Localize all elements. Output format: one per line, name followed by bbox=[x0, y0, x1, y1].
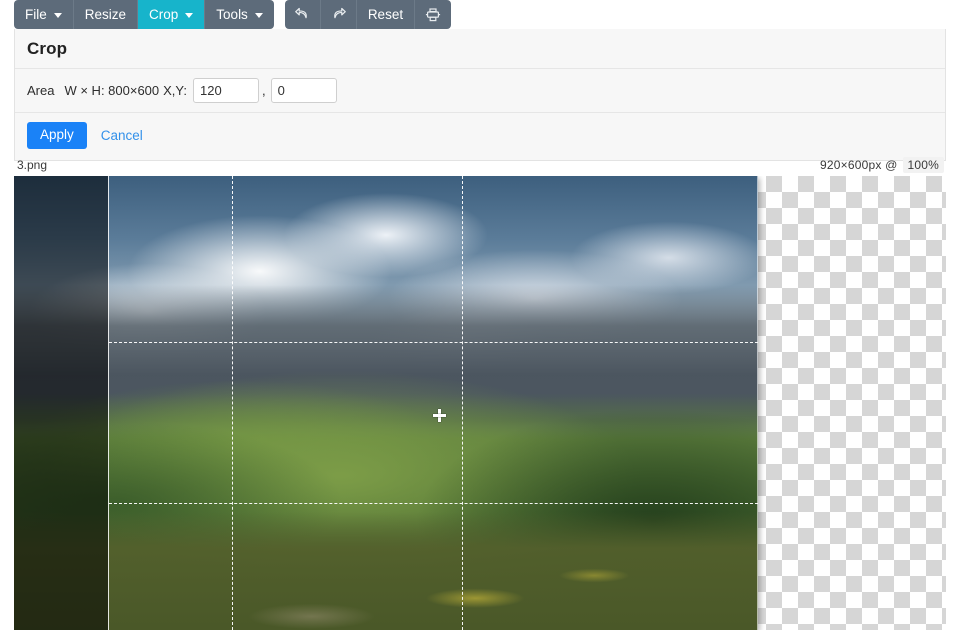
crop-x-input[interactable] bbox=[193, 78, 259, 103]
printer-icon bbox=[425, 7, 441, 21]
width-height-label: W × H: 800×600 bbox=[64, 83, 160, 98]
menu-file[interactable]: File bbox=[14, 0, 74, 29]
panel-title: Crop bbox=[15, 29, 945, 69]
field-separator: , bbox=[262, 83, 266, 98]
image-info: 920×600px @ 100% bbox=[820, 156, 944, 173]
menu-button-group: File Resize Crop Tools bbox=[14, 0, 274, 29]
undo-icon bbox=[294, 7, 307, 19]
image-canvas[interactable] bbox=[14, 176, 758, 630]
chevron-down-icon bbox=[53, 13, 62, 18]
image-dimensions-label: 920×600px @ bbox=[820, 157, 898, 172]
redo-icon bbox=[333, 7, 346, 19]
action-button-group: Reset bbox=[284, 0, 452, 29]
status-bar: 3.png 920×600px @ 100% bbox=[14, 153, 946, 176]
menu-resize[interactable]: Resize bbox=[73, 0, 139, 29]
filename-label: 3.png bbox=[17, 157, 48, 172]
menu-crop[interactable]: Crop bbox=[138, 0, 206, 29]
redo-button[interactable] bbox=[320, 0, 357, 29]
print-button[interactable] bbox=[415, 0, 452, 29]
xy-label: X,Y: bbox=[163, 83, 187, 98]
apply-button[interactable]: Apply bbox=[27, 122, 87, 149]
menu-tools-label: Tools bbox=[216, 6, 248, 22]
reset-button[interactable]: Reset bbox=[356, 0, 416, 29]
menu-crop-label: Crop bbox=[149, 6, 179, 22]
toolbar: File Resize Crop Tools Reset bbox=[14, 0, 452, 29]
area-label: Area bbox=[27, 83, 55, 98]
canvas-area[interactable] bbox=[14, 176, 946, 630]
chevron-down-icon bbox=[185, 13, 194, 18]
source-image bbox=[14, 176, 758, 630]
menu-tools[interactable]: Tools bbox=[205, 0, 274, 29]
cancel-button[interactable]: Cancel bbox=[101, 128, 143, 143]
crop-area-row: Area W × H: 800×600 X,Y: , bbox=[15, 69, 945, 113]
image-editor-app: File Resize Crop Tools Reset Crop Area W… bbox=[0, 0, 960, 630]
reset-label: Reset bbox=[367, 6, 404, 22]
menu-resize-label: Resize bbox=[84, 6, 127, 22]
menu-file-label: File bbox=[25, 6, 47, 22]
image-right-edge bbox=[757, 176, 758, 630]
undo-button[interactable] bbox=[284, 0, 321, 29]
crop-y-input[interactable] bbox=[270, 78, 337, 103]
crop-panel: Crop Area W × H: 800×600 X,Y: , Apply Ca… bbox=[14, 29, 946, 161]
chevron-down-icon bbox=[254, 13, 263, 18]
zoom-level-label: 100% bbox=[902, 156, 944, 173]
